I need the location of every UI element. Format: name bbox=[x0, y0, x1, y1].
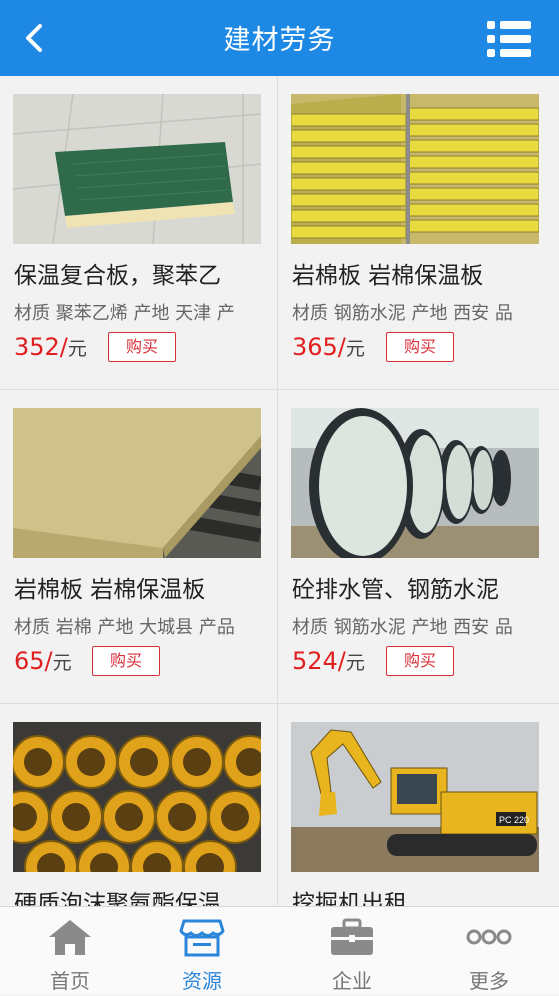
product-image bbox=[291, 408, 539, 558]
product-image bbox=[13, 722, 261, 872]
product-price: 65/元 bbox=[14, 647, 72, 675]
product-card[interactable]: 硬质泡沫聚氨酯保温 bbox=[0, 704, 278, 906]
tab-label: 首页 bbox=[50, 969, 90, 993]
product-name[interactable]: 砼排水管、钢筋水泥 bbox=[292, 570, 542, 604]
product-desc: 材质 钢筋水泥 产地 西安 品 bbox=[292, 617, 513, 638]
product-grid: 保温复合板，聚苯乙 材质 聚苯乙烯 产地 天津 产 352/元 购买 岩棉板 岩… bbox=[0, 76, 559, 906]
product-name[interactable]: 硬质泡沫聚氨酯保温 bbox=[14, 884, 264, 906]
product-desc: 材质 岩棉 产地 大城县 产品 bbox=[14, 617, 235, 638]
product-name[interactable]: 岩棉板 岩棉保温板 bbox=[292, 256, 542, 290]
product-image bbox=[13, 408, 261, 558]
product-name[interactable]: 保温复合板，聚苯乙 bbox=[14, 256, 264, 290]
tab-more[interactable]: 更多 bbox=[419, 907, 559, 996]
product-name[interactable]: 岩棉板 岩棉保温板 bbox=[14, 570, 264, 604]
tab-label: 企业 bbox=[332, 969, 372, 993]
product-price: 524/元 bbox=[292, 647, 365, 675]
buy-button[interactable]: 购买 bbox=[108, 332, 176, 362]
product-desc: 材质 聚苯乙烯 产地 天津 产 bbox=[14, 303, 235, 324]
list-menu-icon[interactable] bbox=[485, 19, 533, 59]
buy-button[interactable]: 购买 bbox=[386, 646, 454, 676]
tab-label: 更多 bbox=[469, 969, 509, 993]
product-name[interactable]: 挖掘机出租 bbox=[292, 884, 542, 906]
product-image bbox=[291, 94, 539, 244]
product-card[interactable]: 岩棉板 岩棉保温板 材质 岩棉 产地 大城县 产品 65/元 购买 bbox=[0, 390, 278, 704]
more-icon bbox=[466, 929, 512, 945]
tab-home[interactable]: 首页 bbox=[0, 907, 140, 996]
app-header: 建材劳务 bbox=[0, 0, 559, 76]
product-price: 352/元 bbox=[14, 333, 87, 361]
product-card[interactable]: 砼排水管、钢筋水泥 材质 钢筋水泥 产地 西安 品 524/元 购买 bbox=[278, 390, 559, 704]
briefcase-icon bbox=[331, 918, 373, 955]
product-image: PC 220 bbox=[291, 722, 539, 872]
product-card[interactable]: PC 220 挖掘机出租 bbox=[278, 704, 559, 906]
tab-resources[interactable]: 资源 bbox=[132, 907, 272, 996]
svg-text:PC 220: PC 220 bbox=[499, 815, 529, 825]
tab-label: 资源 bbox=[182, 969, 222, 993]
page-title: 建材劳务 bbox=[223, 25, 336, 56]
product-card[interactable]: 保温复合板，聚苯乙 材质 聚苯乙烯 产地 天津 产 352/元 购买 bbox=[0, 76, 278, 390]
buy-button[interactable]: 购买 bbox=[386, 332, 454, 362]
buy-button[interactable]: 购买 bbox=[92, 646, 160, 676]
bottom-tab-bar: 首页 资源 企业 更多 bbox=[0, 906, 559, 995]
home-icon bbox=[49, 920, 91, 955]
product-image bbox=[13, 94, 261, 244]
product-price: 365/元 bbox=[292, 333, 365, 361]
store-icon bbox=[179, 919, 225, 957]
product-card[interactable]: 岩棉板 岩棉保温板 材质 钢筋水泥 产地 西安 品 365/元 购买 bbox=[278, 76, 559, 390]
product-desc: 材质 钢筋水泥 产地 西安 品 bbox=[292, 303, 513, 324]
tab-enterprise[interactable]: 企业 bbox=[282, 907, 422, 996]
